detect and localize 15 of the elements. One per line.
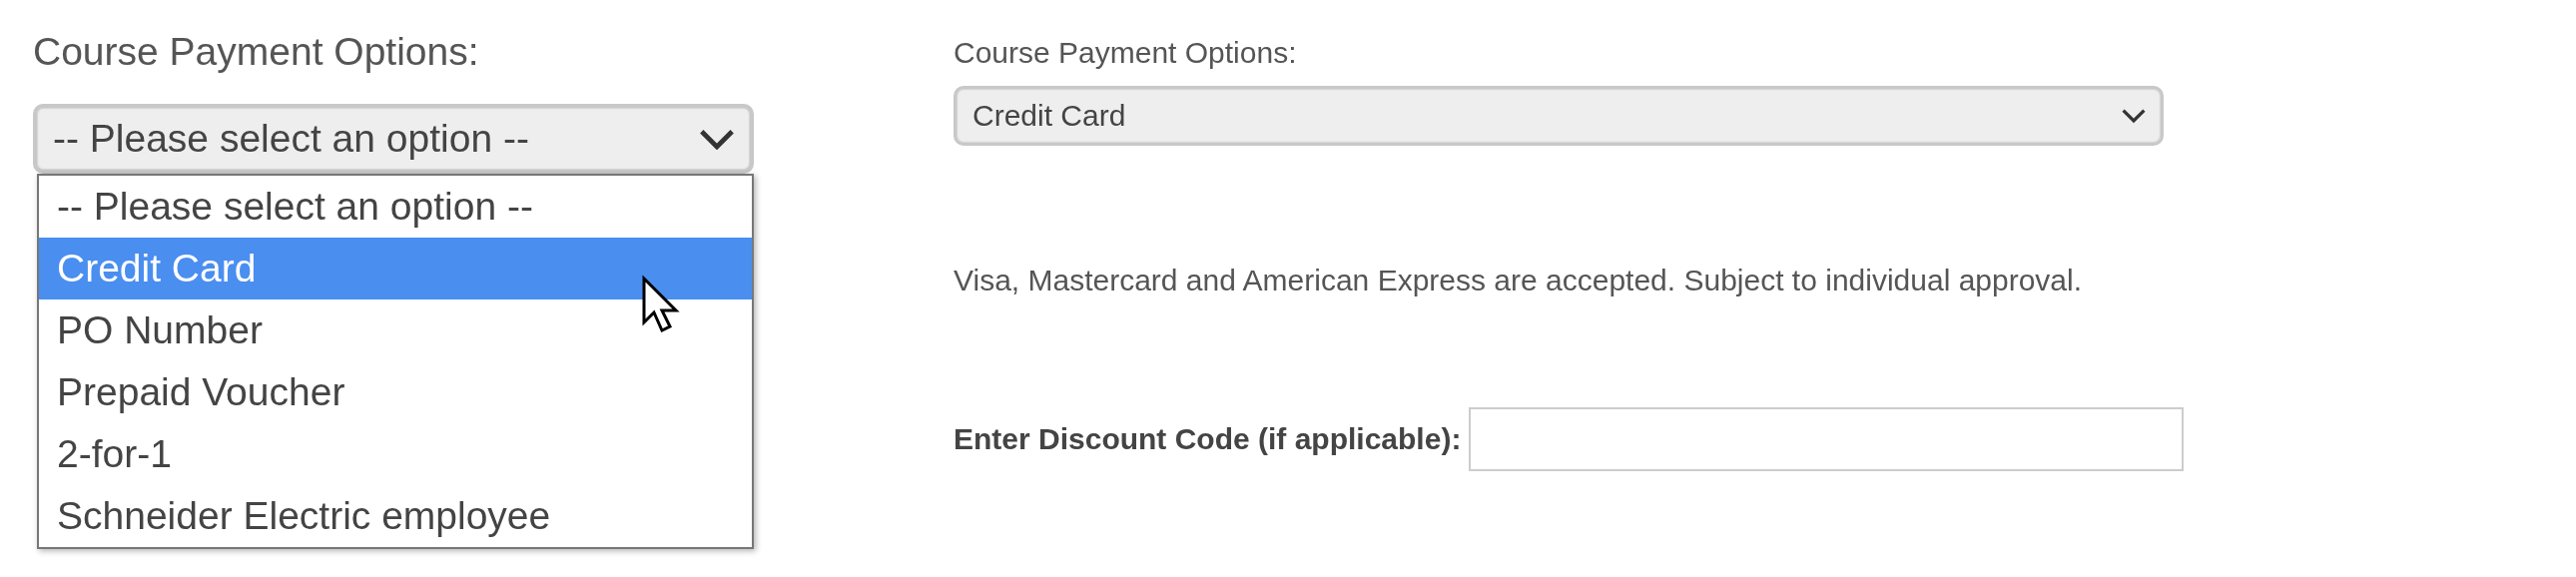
discount-label: Enter Discount Code (if applicable): [954, 422, 1462, 456]
field-label: Course Payment Options: [954, 36, 1298, 70]
dropdown-option[interactable]: -- Please select an option -- [39, 176, 752, 238]
payment-select[interactable]: Credit Card [954, 86, 2164, 146]
dropdown-option[interactable]: Schneider Electric employee [39, 485, 752, 547]
description-text: Visa, Mastercard and American Express are accepted. Subject to individual approval. [954, 264, 2084, 297]
dropdown-option[interactable]: Prepaid Voucher [39, 361, 752, 423]
payment-select[interactable]: -- Please select an option -- [33, 104, 754, 174]
chevron-icon [2121, 108, 2147, 124]
field-label: Course Payment Options: [33, 30, 480, 74]
pointer-cursor-icon [640, 275, 680, 334]
dropdown-option[interactable]: PO Number [39, 299, 752, 361]
discount-code-field[interactable] [1469, 407, 2185, 471]
chevron-icon [698, 127, 736, 151]
dropdown-option[interactable]: 2-for-1 [39, 423, 752, 485]
